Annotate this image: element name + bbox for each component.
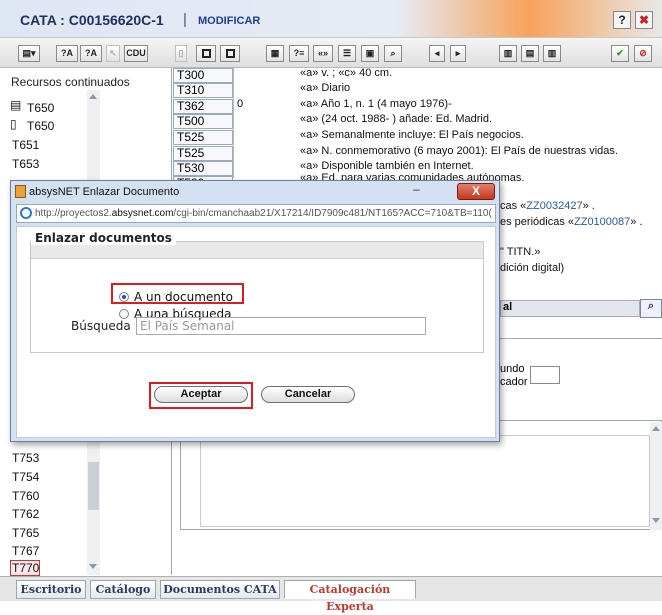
list-item[interactable]: T650 [27,101,54,115]
reference-line-4: dición digital) [500,262,565,274]
scrollbar-thumb[interactable] [88,462,99,510]
next-icon[interactable]: ▸ [450,45,466,62]
field-tag[interactable]: T525 [173,130,233,145]
minimize-button[interactable]: – [408,183,425,197]
group-legend: Enlazar documentos [31,231,176,245]
save-icon[interactable]: ▣ [361,45,379,62]
left-list-header: Recursos continuados [11,75,130,89]
column-divider [233,68,234,178]
link-icon[interactable]: «» [313,45,333,62]
table-icon[interactable]: ☰ [338,45,356,62]
reference-line-2: es periódicas «ZZ0100087» . [500,216,643,228]
field-value[interactable]: «a» (24 oct. 1988- ) añade: Ed. Madrid. [300,113,492,125]
field-tag[interactable]: T525 [173,146,233,161]
field-value[interactable]: «a» v. ; «c» 40 cm. [300,67,392,79]
list-item[interactable]: T767 [12,544,39,558]
field-tag[interactable]: T300 [173,68,233,83]
divider [500,338,662,339]
radio-icon[interactable] [119,309,129,319]
reference-line-3: " TITN.» [500,246,541,258]
layout-3-icon[interactable]: ▥ [543,45,561,62]
search-doc-icon[interactable]: ⌕ [384,45,402,62]
paste-icon[interactable] [220,45,240,62]
title-separator: | [183,11,187,28]
indicator-input[interactable] [530,366,560,384]
format-icon[interactable]: ?≡ [289,45,309,62]
field-tag[interactable]: T362 [173,99,233,114]
copy-icon[interactable] [196,45,216,62]
section-header: al [500,300,640,317]
cdu-button[interactable]: CDU [124,45,148,62]
field-icon: ▯ [10,117,17,131]
disabled-icon: ▯ [175,45,187,62]
highlight-box [111,283,244,304]
field-tag[interactable]: T500 [173,114,233,129]
link-document-dialog: absysNET Enlazar Documento – X http://pr… [10,180,500,442]
prev-icon[interactable]: ◂ [429,45,445,62]
field-value[interactable]: «a» Semanalmente incluye: El País negoci… [300,129,524,141]
modify-label: MODIFICAR [198,15,261,27]
field-tag[interactable]: T530 [173,161,233,176]
tab-documentos-cata[interactable]: Documentos CATA [160,580,280,599]
scroll-down-icon[interactable] [652,518,660,523]
field-value[interactable]: «a» Diario [300,82,350,94]
list-item[interactable]: T653 [12,157,39,171]
toolbar: ▤▾ ?A ?A ↖ CDU ▯ ▦ ?≡ «» ☰ ▣ ⌕ ◂ ▸ ▥ ▤ ▥… [0,38,662,68]
scroll-up-icon[interactable] [89,94,97,99]
layout-1-icon[interactable]: ▥ [499,45,517,62]
field-indicator: 0 [237,98,244,110]
app-icon [15,185,26,198]
dialog-close-button[interactable]: X [457,183,495,200]
tab-escritorio[interactable]: Escritorio [16,580,86,599]
field-value[interactable]: «a» Disponible también en Internet. [300,160,474,172]
list-item[interactable]: T650 [27,119,54,133]
field-tag[interactable]: T310 [173,83,233,98]
dialog-title: absysNET Enlazar Documento [29,186,180,198]
scroll-down-icon[interactable] [89,564,97,569]
browser-icon [20,207,32,219]
list-item[interactable]: T651 [12,138,39,152]
close-button[interactable]: ✖ [635,11,653,29]
record-link[interactable]: ZZ0100087 [574,216,630,228]
highlight-box [149,382,253,409]
url-bar: http://proyectos2.absysnet.com/cgi-bin/c… [16,204,496,223]
list-item[interactable]: T760 [12,489,39,503]
layout-2-icon[interactable]: ▤ [521,45,539,62]
title-bar: CATA : C00156620C-1 | MODIFICAR ? ✖ [0,0,662,38]
cancel-button[interactable]: Cancelar [261,386,355,403]
cursor-icon: ↖ [106,45,120,62]
toolbar-button-2[interactable]: ?A [56,45,78,62]
cancel-icon[interactable]: ⊘ [634,45,652,62]
editor-textarea[interactable] [200,435,650,527]
list-item[interactable]: T753 [12,451,39,465]
field-value[interactable]: «a» Año 1, n. 1 (4 mayo 1976)- [300,98,452,110]
field-icon: ▤ [10,98,22,112]
field-value[interactable]: «a» N. conmemorativo (6 mayo 2001): El P… [300,145,618,157]
search-input[interactable]: El País Semanal [136,317,426,335]
record-title: CATA : C00156620C-1 [20,12,164,28]
reference-line-1: cas «ZZ0032427» . [500,200,595,212]
mundo-label: undo cador [500,363,528,388]
list-item[interactable]: T762 [12,507,39,521]
list-menu-icon[interactable]: ▤▾ [18,45,40,62]
list-item-selected[interactable]: T770 [10,560,40,576]
link-options-group [30,241,484,353]
list-item[interactable]: T754 [12,470,39,484]
tab-catalogacion-experta[interactable]: Catalogación Experta [284,580,416,613]
scroll-up-icon[interactable] [652,426,660,431]
help-button[interactable]: ? [613,11,631,29]
search-label: Búsqueda [71,319,131,333]
list-item[interactable]: T765 [12,526,39,540]
toolbar-button-3[interactable]: ?A [80,45,102,62]
record-link[interactable]: ZZ0032427 [526,200,582,212]
image-icon[interactable]: ▦ [266,45,284,62]
editor-scrollbar[interactable] [650,422,662,530]
tab-catalogo[interactable]: Catálogo [90,580,156,599]
bottom-tabs: Escritorio Catálogo Documentos CATA Cata… [0,576,662,613]
search-icon[interactable]: ⌕ [640,299,662,318]
confirm-icon[interactable]: ✔ [611,45,629,62]
